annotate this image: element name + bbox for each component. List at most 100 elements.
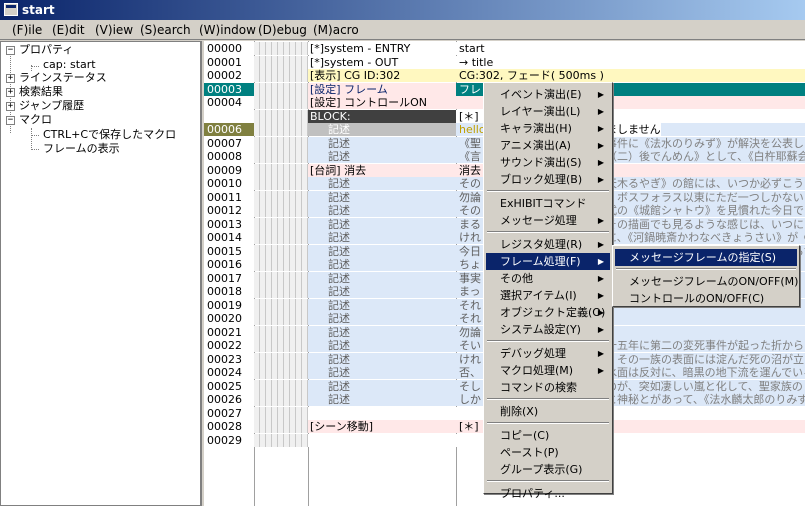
context-menu-item[interactable]: フレーム処理(F) ▶ [486, 253, 610, 270]
indent-gutter [254, 177, 308, 190]
tree-item-properties[interactable]: プロパティ [19, 43, 73, 57]
menu-item-label: メッセージ処理 [500, 214, 577, 227]
menu-separator [487, 340, 609, 342]
expand-toggle-icon[interactable]: + [6, 88, 15, 97]
context-menu-item[interactable]: イベント演出(E) ▶ [486, 86, 610, 103]
menu-debug[interactable]: (D)ebug [258, 23, 307, 37]
command-cell: 記述 [308, 258, 456, 271]
window-title: start [22, 3, 55, 17]
command-cell: 記述 [308, 298, 456, 312]
tree-item-macro-saved[interactable]: CTRL+Cで保存したマクロ [43, 128, 176, 142]
collapse-toggle-icon[interactable]: − [6, 46, 15, 55]
submenu-item[interactable]: コントロールのON/OFF(C) [615, 290, 797, 307]
frame-submenu: メッセージフレームの指定(S) メッセージフレームのON/OFF(M) コントロール… [612, 245, 800, 307]
script-row[interactable]: 00002 [表示] CG ID:302 CG:302, フェード( 500ms ) [204, 69, 805, 82]
expand-toggle-icon[interactable]: + [6, 74, 15, 83]
context-menu-item[interactable]: 削除(X) [486, 403, 610, 420]
tree-item-cap[interactable]: cap: start [43, 58, 96, 72]
context-menu-item[interactable]: デバッグ処理 ▶ [486, 345, 610, 362]
indent-gutter [254, 420, 308, 433]
command-cell: 記述 [308, 366, 456, 379]
context-menu-item[interactable]: ペースト(P) [486, 444, 610, 461]
menu-item-label: プロパティ... [500, 487, 565, 500]
menu-separator [487, 398, 609, 400]
submenu-arrow-icon: ▶ [597, 175, 604, 184]
submenu-item[interactable]: メッセージフレームの指定(S) [615, 249, 797, 266]
context-menu-item[interactable]: ExHIBITコマンド [486, 195, 610, 212]
collapse-toggle-icon[interactable]: − [6, 116, 15, 125]
submenu-item[interactable]: メッセージフレームのON/OFF(M) [615, 273, 798, 290]
indent-gutter [254, 55, 308, 69]
context-menu-item[interactable]: グループ表示(G) [486, 461, 610, 478]
indent-gutter [254, 150, 308, 163]
context-menu-item[interactable]: その他 ▶ [486, 270, 610, 287]
tree-item-macro[interactable]: マクロ [19, 113, 52, 127]
context-menu-item[interactable]: メッセージ処理 ▶ [486, 212, 610, 229]
context-menu-item[interactable]: オブジェクト定義(O) ▶ [486, 304, 610, 321]
tree-item-line-status[interactable]: ラインステータス [19, 71, 107, 85]
indent-gutter [254, 204, 308, 217]
menu-item-label: サウンド演出(S) [500, 156, 582, 169]
tree-item-jump-history[interactable]: ジャンプ履歴 [19, 99, 84, 113]
context-menu-item[interactable]: システム設定(Y) ▶ [486, 321, 610, 338]
line-number [204, 109, 254, 123]
menu-edit[interactable]: (E)dit [52, 23, 85, 37]
menu-item-label: イベント演出(E) [500, 88, 582, 101]
script-row[interactable]: 00000 [*]system - ENTRY start [204, 42, 805, 55]
menu-view[interactable]: (V)iew [95, 23, 133, 37]
menu-item-label: 選択アイテム(I) [500, 289, 577, 302]
submenu-arrow-icon: ▶ [597, 325, 604, 334]
context-menu-item[interactable]: コピー(C) [486, 427, 610, 444]
argument-overflow-text: 式の《城館シャトウ》を見慣れた今日で [606, 204, 804, 217]
context-menu-item[interactable]: サウンド演出(S) ▶ [486, 154, 610, 171]
window-title-bar[interactable]: start [0, 0, 805, 20]
command-cell: 記述 [308, 271, 456, 285]
context-menu-item[interactable]: レジスタ処理(R) ▶ [486, 236, 610, 253]
tree-item-frame-display[interactable]: フレームの表示 [43, 142, 120, 156]
menu-window[interactable]: (W)indow [199, 23, 256, 37]
command-cell: 記述 [308, 379, 456, 393]
command-cell: [シーン移動] [308, 420, 456, 433]
menu-file[interactable]: (F)ile [12, 23, 42, 37]
command-cell: 記述 [308, 204, 456, 217]
menu-macro[interactable]: (M)acro [313, 23, 359, 37]
command-cell: 記述 [308, 312, 456, 325]
context-menu-item[interactable]: アニメ演出(A) ▶ [486, 137, 610, 154]
script-row[interactable]: 00001 [*]system - OUT → title [204, 55, 805, 69]
command-cell: [設定] コントロールON [308, 96, 456, 109]
line-number: 00024 [204, 366, 254, 379]
submenu-arrow-icon: ▶ [597, 240, 604, 249]
indent-gutter [254, 244, 308, 258]
argument-overflow-text: に、《河鍋暁斎かわなべきょうさい》が《落 [606, 231, 805, 244]
argument-overflow-text: （二）後でんめん》として、《白杵耶蘇会神学 [606, 150, 805, 163]
context-menu-item[interactable]: マクロ処理(M) ▶ [486, 362, 610, 379]
context-menu-item[interactable]: 選択アイテム(I) ▶ [486, 287, 610, 304]
context-menu-item[interactable]: コマンドの検索 [486, 379, 610, 396]
context-menu-item[interactable]: キャラ演出(H) ▶ [486, 120, 610, 137]
indent-gutter [254, 312, 308, 325]
argument-cell: CG:302, フェード( 500ms ) [456, 69, 805, 82]
line-number: 00017 [204, 271, 254, 285]
line-number: 00023 [204, 352, 254, 366]
command-cell: 記述 [308, 244, 456, 258]
command-cell: [台詞] 消去 [308, 163, 456, 177]
menu-search[interactable]: (S)earch [140, 23, 191, 37]
menu-item-label: グループ表示(G) [500, 463, 583, 476]
tree-item-search-results[interactable]: 検索結果 [19, 85, 63, 99]
submenu-arrow-icon: ▶ [597, 257, 604, 266]
submenu-arrow-icon: ▶ [597, 366, 604, 375]
menu-item-label: ブロック処理(B) [500, 173, 583, 186]
window-app-icon[interactable] [4, 3, 18, 16]
indent-gutter [254, 339, 308, 352]
menu-separator [487, 422, 609, 424]
command-cell: 記述 [308, 217, 456, 231]
menu-item-label: コマンドの検索 [500, 381, 577, 394]
context-menu-item[interactable]: レイヤー演出(L) ▶ [486, 103, 610, 120]
project-tree[interactable]: − プロパティ cap: start + ラインステータス + 検索結果 + ジ… [0, 41, 202, 506]
context-menu-item[interactable]: ブロック処理(B) ▶ [486, 171, 610, 188]
expand-toggle-icon[interactable]: + [6, 102, 15, 111]
indent-gutter [254, 393, 308, 406]
context-menu-item[interactable]: プロパティ... [486, 485, 610, 502]
argument-overflow-text: 、その一族の表面には淀んだ死の沼が立ちな [606, 352, 805, 366]
argument-overflow-text: 天木るやぎ》の館には、いつか必ずこう [606, 177, 804, 190]
